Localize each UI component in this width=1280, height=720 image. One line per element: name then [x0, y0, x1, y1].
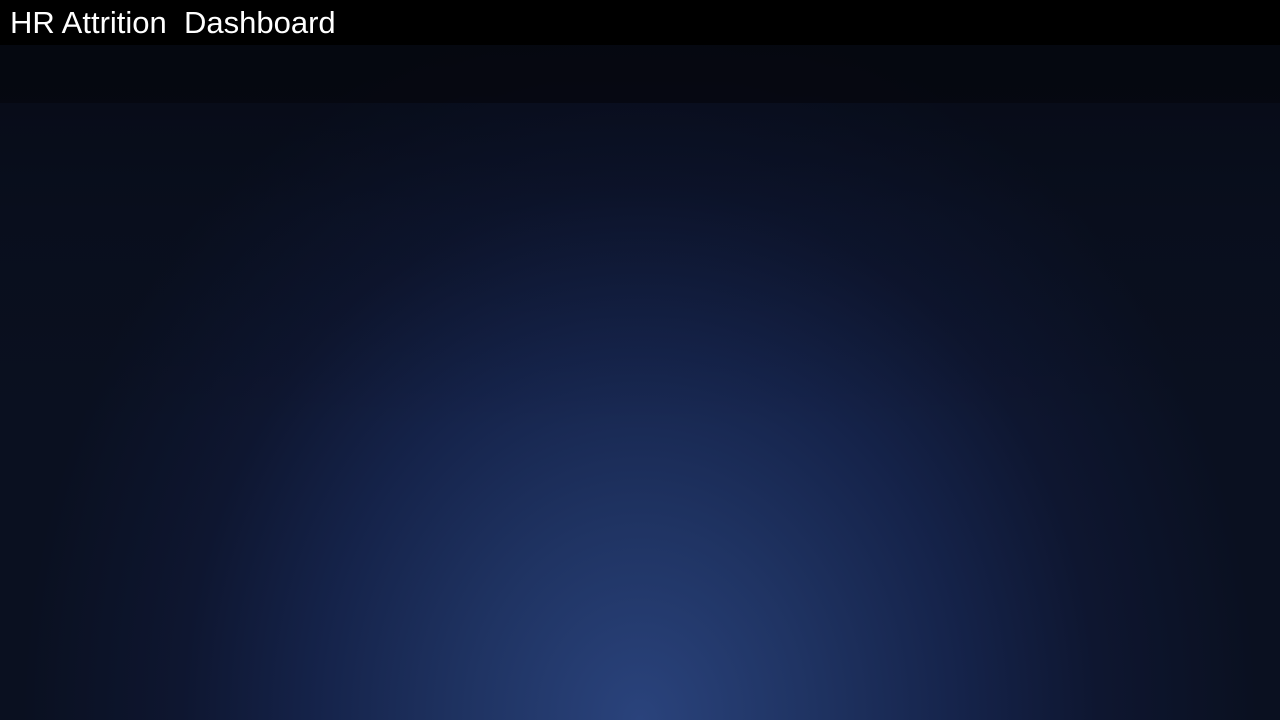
- filter-strip: [0, 45, 1280, 103]
- page-title: HR Attrition Dashboard: [10, 5, 336, 40]
- dashboard-canvas: [0, 0, 1280, 720]
- title-bar: HR Attrition Dashboard: [0, 0, 1280, 45]
